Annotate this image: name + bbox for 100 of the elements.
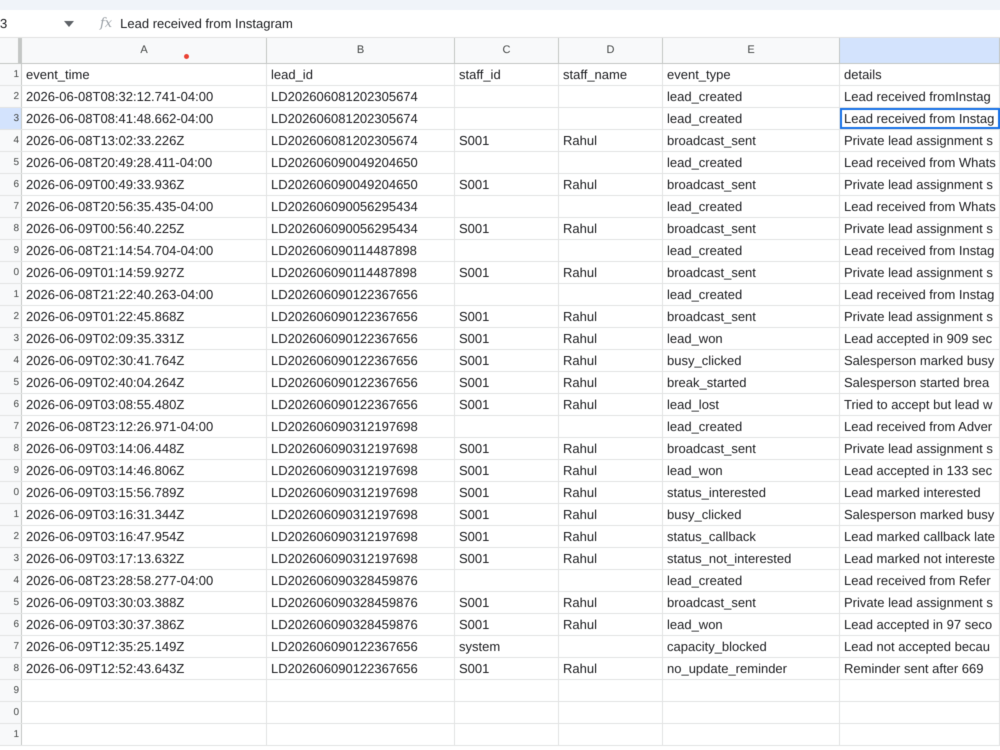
row-number[interactable]: 9	[0, 680, 22, 701]
table-cell: Rahul	[559, 460, 663, 481]
table-cell: 2026-06-08T21:14:54.704-04:00	[22, 240, 267, 261]
formula-text[interactable]: Lead received from Instagram	[120, 14, 293, 34]
table-cell: LD202606090049204650	[267, 174, 455, 195]
row-number[interactable]: 6	[0, 394, 22, 415]
caret-icon[interactable]	[64, 20, 74, 26]
row-number[interactable]: 0	[0, 702, 22, 723]
row-number[interactable]: 8	[0, 658, 22, 679]
row-number[interactable]: 8	[0, 438, 22, 459]
table-cell: Rahul	[559, 350, 663, 371]
table-cell: Salesperson marked busy	[840, 350, 1000, 371]
table-cell: lead_created	[663, 416, 840, 437]
row-number[interactable]: 7	[0, 196, 22, 217]
table-cell: LD202606090122367656	[267, 284, 455, 305]
table-cell: S001	[455, 592, 559, 613]
row-number[interactable]: 9	[0, 240, 22, 261]
table-cell: 2026-06-08T23:28:58.277-04:00	[22, 570, 267, 591]
table-cell: Private lead assignment s	[840, 130, 1000, 151]
row-number[interactable]: 9	[0, 460, 22, 481]
table-cell: LD202606090056295434	[267, 196, 455, 217]
table-cell: broadcast_sent	[663, 438, 840, 459]
row-number[interactable]: 1	[0, 64, 22, 85]
table-cell: event_type	[663, 64, 840, 85]
table-cell: LD202606090114487898	[267, 262, 455, 283]
fx-icon: fx	[100, 14, 112, 34]
table-cell: LD202606090312197698	[267, 526, 455, 547]
row-number[interactable]: 3	[0, 328, 22, 349]
row-number[interactable]: 7	[0, 416, 22, 437]
table-cell: S001	[455, 460, 559, 481]
row-number[interactable]: 3	[0, 108, 22, 129]
row-number[interactable]: 1	[0, 724, 22, 745]
row-number[interactable]: 6	[0, 614, 22, 635]
table-cell: status_interested	[663, 482, 840, 503]
table-cell: lead_created	[663, 152, 840, 173]
table-cell: 2026-06-09T00:56:40.225Z	[22, 218, 267, 239]
table-cell: 2026-06-09T00:49:33.936Z	[22, 174, 267, 195]
table-cell: LD202606090122367656	[267, 394, 455, 415]
table-cell: 2026-06-09T03:15:56.789Z	[22, 482, 267, 503]
table-cell: Rahul	[559, 174, 663, 195]
table-cell: event_time	[22, 64, 267, 85]
table-cell: 2026-06-08T08:32:12.741-04:00	[22, 86, 267, 107]
row-number[interactable]: 5	[0, 372, 22, 393]
row-number[interactable]: 2	[0, 526, 22, 547]
table-cell: Tried to accept but lead w	[840, 394, 1000, 415]
table-cell: broadcast_sent	[663, 306, 840, 327]
table-cell: S001	[455, 130, 559, 151]
table-cell: capacity_blocked	[663, 636, 840, 657]
table-cell: Rahul	[559, 614, 663, 635]
table-cell: LD202606090328459876	[267, 570, 455, 591]
table-cell: Lead received from Instag	[840, 108, 1000, 129]
table-cell: Private lead assignment s	[840, 438, 1000, 459]
table-cell: Lead received from Whats	[840, 196, 1000, 217]
table-cell: S001	[455, 438, 559, 459]
row-number[interactable]: 0	[0, 482, 22, 503]
row-number[interactable]: 4	[0, 130, 22, 151]
table-cell: LD202606081202305674	[267, 108, 455, 129]
name-box[interactable]: 3	[0, 14, 60, 34]
table-cell: lead_won	[663, 328, 840, 349]
row-number[interactable]: 4	[0, 350, 22, 371]
table-cell: Rahul	[559, 438, 663, 459]
row-number[interactable]: 4	[0, 570, 22, 591]
table-cell: LD202606090122367656	[267, 328, 455, 349]
table-cell: 2026-06-09T02:30:41.764Z	[22, 350, 267, 371]
table-cell: Lead accepted in 909 sec	[840, 328, 1000, 349]
table-cell: Salesperson marked busy	[840, 504, 1000, 525]
table-cell: 2026-06-09T03:17:13.632Z	[22, 548, 267, 569]
row-number[interactable]: 5	[0, 152, 22, 173]
table-cell: 2026-06-08T20:49:28.411-04:00	[22, 152, 267, 173]
row-number[interactable]: 1	[0, 284, 22, 305]
table-cell: lead_created	[663, 196, 840, 217]
row-number[interactable]: 5	[0, 592, 22, 613]
column-header[interactable]	[840, 38, 1000, 63]
table-cell: LD202606090328459876	[267, 614, 455, 635]
table-cell: Private lead assignment s	[840, 592, 1000, 613]
table-cell: LD202606090312197698	[267, 460, 455, 481]
table-cell: Private lead assignment s	[840, 262, 1000, 283]
table-cell: lead_created	[663, 284, 840, 305]
table-cell: Lead marked interested	[840, 482, 1000, 503]
table-cell: 2026-06-08T21:22:40.263-04:00	[22, 284, 267, 305]
table-cell: Lead received from Whats	[840, 152, 1000, 173]
table-cell: Rahul	[559, 130, 663, 151]
table-cell: 2026-06-09T03:16:31.344Z	[22, 504, 267, 525]
row-number[interactable]: 2	[0, 306, 22, 327]
table-cell: Private lead assignment s	[840, 306, 1000, 327]
table-cell: S001	[455, 482, 559, 503]
table-cell: Lead received from Adver	[840, 416, 1000, 437]
row-number[interactable]: 0	[0, 262, 22, 283]
row-number[interactable]: 2	[0, 86, 22, 107]
table-cell: LD202606090122367656	[267, 658, 455, 679]
table-cell: break_started	[663, 372, 840, 393]
table-cell: 2026-06-09T03:14:06.448Z	[22, 438, 267, 459]
table-cell: Rahul	[559, 306, 663, 327]
row-number[interactable]: 6	[0, 174, 22, 195]
table-cell: 2026-06-09T03:08:55.480Z	[22, 394, 267, 415]
row-number[interactable]: 8	[0, 218, 22, 239]
row-number[interactable]: 1	[0, 504, 22, 525]
table-cell: busy_clicked	[663, 504, 840, 525]
row-number[interactable]: 7	[0, 636, 22, 657]
row-number[interactable]: 3	[0, 548, 22, 569]
